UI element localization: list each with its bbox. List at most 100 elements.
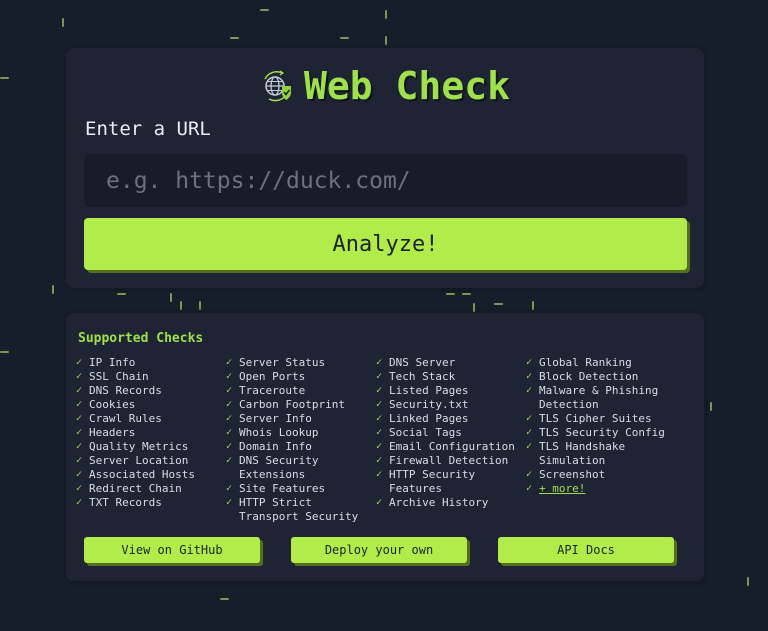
check-item: ✓ DNS Security Extensions	[226, 454, 376, 482]
check-item: ✓ DNS Server	[376, 356, 526, 370]
particle	[385, 10, 387, 19]
check-item-label: Block Detection	[539, 370, 639, 383]
check-item: ✓ Associated Hosts	[76, 468, 226, 482]
check-item: ✓ HTTP Strict Transport Security	[226, 496, 376, 524]
checkmark-icon: ✓	[526, 413, 533, 424]
checkmark-icon: ✓	[226, 399, 233, 410]
particle	[340, 37, 349, 39]
check-item: ✓ Crawl Rules	[76, 412, 226, 426]
check-item-more: ✓ + more!	[526, 482, 676, 496]
check-item-label: HTTP Security Features	[389, 468, 476, 495]
supported-checks-card: Supported Checks ✓ IP Info ✓ SSL Chain ✓ DNS …	[66, 313, 704, 581]
deploy-your-own-button[interactable]: Deploy your own	[291, 537, 467, 563]
check-item-label: Archive History	[389, 496, 489, 509]
check-item-label: DNS Security Extensions	[239, 454, 319, 481]
check-item: ✓ Open Ports	[226, 370, 376, 384]
url-input-label: Enter a URL	[85, 118, 211, 140]
check-item: ✓ Tech Stack	[376, 370, 526, 384]
checkmark-icon: ✓	[76, 399, 83, 410]
checkmark-icon: ✓	[226, 497, 233, 508]
checkmark-icon: ✓	[76, 385, 83, 396]
check-item-label: Traceroute	[239, 384, 306, 397]
check-item: ✓ TXT Records	[76, 496, 226, 510]
check-item-label: Open Ports	[239, 370, 306, 383]
checkmark-icon: ✓	[76, 497, 83, 508]
url-input[interactable]	[84, 154, 687, 207]
check-item: ✓ Global Ranking	[526, 356, 676, 370]
app-title: Web Check	[304, 64, 510, 108]
check-item: ✓ IP Info	[76, 356, 226, 370]
checkmark-icon: ✓	[226, 371, 233, 382]
checkmark-icon: ✓	[376, 371, 383, 382]
check-item: ✓ Quality Metrics	[76, 440, 226, 454]
check-item-label: Server Status	[239, 356, 326, 369]
particle	[385, 36, 387, 45]
particle	[494, 303, 503, 305]
check-item-label: Tech Stack	[389, 370, 456, 383]
check-item: ✓ Malware & Phishing Detection	[526, 384, 676, 412]
checkmark-icon: ✓	[76, 413, 83, 424]
more-checks-link[interactable]: + more!	[539, 482, 585, 495]
particle	[52, 285, 54, 294]
checkmark-icon: ✓	[376, 413, 383, 424]
checkmark-icon: ✓	[526, 371, 533, 382]
check-item-label: TLS Handshake Simulation	[539, 440, 626, 467]
checkmark-icon: ✓	[226, 357, 233, 368]
check-item: ✓ Security.txt	[376, 398, 526, 412]
check-item-label: TXT Records	[89, 496, 162, 509]
particle	[446, 293, 455, 295]
checkmark-icon: ✓	[226, 413, 233, 424]
checkmark-icon: ✓	[226, 483, 233, 494]
particle	[0, 351, 9, 353]
checkmark-icon: ✓	[376, 427, 383, 438]
checkmark-icon: ✓	[376, 441, 383, 452]
checkmark-icon: ✓	[526, 469, 533, 480]
checkmark-icon: ✓	[526, 357, 533, 368]
url-form-card: Web Check Enter a URL Analyze!	[66, 48, 704, 288]
checkmark-icon: ✓	[526, 385, 533, 396]
check-item: ✓ Block Detection	[526, 370, 676, 384]
checkmark-icon: ✓	[376, 399, 383, 410]
check-item: ✓ Linked Pages	[376, 412, 526, 426]
checks-column: ✓ Global Ranking ✓ Block Detection ✓ Malware …	[526, 356, 676, 524]
check-item-label: Server Info	[239, 412, 312, 425]
checkmark-icon: ✓	[76, 483, 83, 494]
check-item: ✓ TLS Handshake Simulation	[526, 440, 676, 468]
check-item: ✓ Server Status	[226, 356, 376, 370]
check-item-label: Cookies	[89, 398, 136, 411]
check-item: ✓ Social Tags	[376, 426, 526, 440]
checks-column: ✓ DNS Server ✓ Tech Stack ✓ Listed Pages ✓ Secu…	[376, 356, 526, 524]
particle	[0, 77, 9, 79]
check-item: ✓ SSL Chain	[76, 370, 226, 384]
check-item-label: Firewall Detection	[389, 454, 509, 467]
checkmark-icon: ✓	[376, 455, 383, 466]
api-docs-button[interactable]: API Docs	[498, 537, 674, 563]
particle	[462, 293, 471, 295]
particle	[230, 37, 239, 39]
check-item-label: Headers	[89, 426, 136, 439]
analyze-button[interactable]: Analyze!	[84, 218, 687, 270]
checkmark-icon: ✓	[226, 441, 233, 452]
check-item: ✓ Server Info	[226, 412, 376, 426]
check-item-label: HTTP Strict Transport Security	[239, 496, 359, 523]
check-item: ✓ Screenshot	[526, 468, 676, 482]
particle	[220, 598, 229, 600]
view-on-github-button[interactable]: View on GitHub	[84, 537, 260, 563]
particle	[62, 18, 64, 27]
check-item-label: Site Features	[239, 482, 326, 495]
footer-buttons: View on GitHub Deploy your own API Docs	[84, 537, 674, 563]
checkmark-icon: ✓	[76, 371, 83, 382]
check-item-label: IP Info	[89, 356, 136, 369]
checkmark-icon: ✓	[76, 427, 83, 438]
check-item-label: Associated Hosts	[89, 468, 195, 481]
check-item: ✓ TLS Cipher Suites	[526, 412, 676, 426]
checkmark-icon: ✓	[76, 441, 83, 452]
checkmark-icon: ✓	[76, 357, 83, 368]
check-item-label: Whois Lookup	[239, 426, 319, 439]
check-item: ✓ Archive History	[376, 496, 526, 510]
check-item: ✓ Server Location	[76, 454, 226, 468]
check-item: ✓ HTTP Security Features	[376, 468, 526, 496]
check-item-label: Screenshot	[539, 468, 606, 481]
check-item-label: Security.txt	[389, 398, 469, 411]
check-item-label: Carbon Footprint	[239, 398, 345, 411]
